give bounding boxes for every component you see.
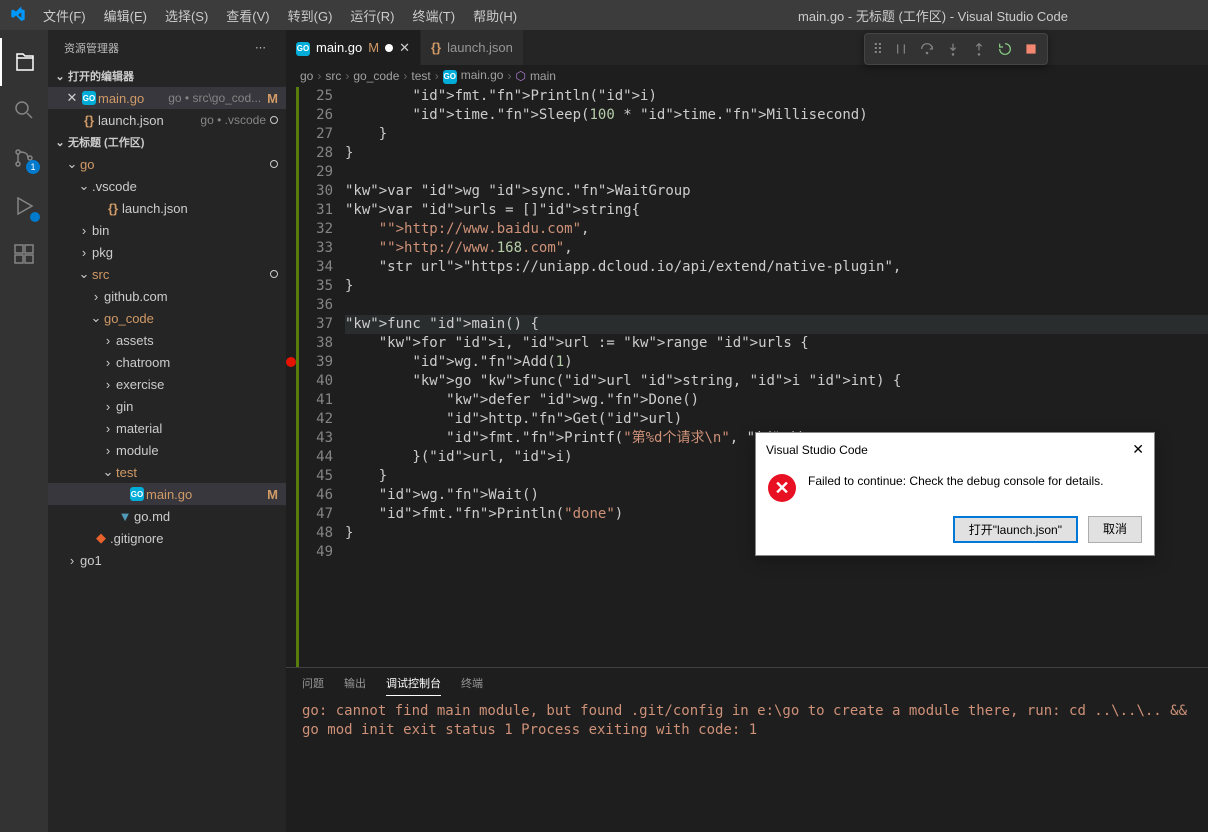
breakpoint-icon[interactable] — [286, 357, 296, 367]
tree-folder-github.com[interactable]: › github.com — [48, 285, 286, 307]
sidebar-more-icon[interactable]: ⋯ — [251, 39, 270, 56]
crumb[interactable]: go_code — [353, 69, 399, 83]
tree-folder-src[interactable]: ⌄ src — [48, 263, 286, 285]
tree-folder-go[interactable]: ⌄ go — [48, 153, 286, 175]
activity-extensions[interactable] — [0, 230, 48, 278]
tree-file-main.go[interactable]: GO main.go M — [48, 483, 286, 505]
menubar: 文件(F) 编辑(E) 选择(S) 查看(V) 转到(G) 运行(R) 终端(T… — [35, 2, 525, 29]
bottom-panel: 问题输出调试控制台终端 go: cannot find main module,… — [286, 667, 1208, 832]
crumb[interactable]: GOmain.go — [443, 68, 504, 84]
editor-tabs: GOmain.go M ✕ {}launch.json — [286, 30, 1208, 65]
menu-run[interactable]: 运行(R) — [342, 2, 402, 29]
menu-select[interactable]: 选择(S) — [157, 2, 216, 29]
tree-folder-test[interactable]: ⌄ test — [48, 461, 286, 483]
error-dialog: Visual Studio Code✕ ✕ Failed to continue… — [755, 432, 1155, 556]
section-open-editors[interactable]: ⌄打开的编辑器 — [48, 65, 286, 87]
error-icon: ✕ — [768, 474, 796, 502]
scm-badge: 1 — [26, 160, 40, 174]
tree-folder-material[interactable]: › material — [48, 417, 286, 439]
activity-bar: 1 — [0, 30, 48, 832]
menu-help[interactable]: 帮助(H) — [465, 2, 525, 29]
tree-folder-chatroom[interactable]: › chatroom — [48, 351, 286, 373]
debug-pause-icon[interactable] — [889, 37, 913, 61]
close-icon[interactable]: ✕ — [399, 40, 410, 56]
menu-file[interactable]: 文件(F) — [35, 2, 94, 29]
vscode-logo — [0, 7, 35, 23]
debug-stop-icon[interactable] — [1019, 37, 1043, 61]
debug-restart-icon[interactable] — [993, 37, 1017, 61]
editor-tab-launch.json[interactable]: {}launch.json — [421, 30, 524, 65]
open-editor-item[interactable]: {} launch.json go • .vscode — [48, 109, 286, 131]
activity-search[interactable] — [0, 86, 48, 134]
debug-console-output[interactable]: go: cannot find main module, but found .… — [286, 698, 1208, 832]
activity-debug[interactable] — [0, 182, 48, 230]
panel-tab-2[interactable]: 调试控制台 — [386, 671, 441, 696]
sidebar-header: 资源管理器 ⋯ — [48, 30, 286, 65]
dialog-close-icon[interactable]: ✕ — [1132, 441, 1144, 458]
editor-area: GOmain.go M ✕ {}launch.json go›src›go_co… — [286, 30, 1208, 832]
titlebar: 文件(F) 编辑(E) 选择(S) 查看(V) 转到(G) 运行(R) 终端(T… — [0, 0, 1208, 30]
panel-tab-3[interactable]: 终端 — [461, 671, 483, 695]
tree-folder-module[interactable]: › module — [48, 439, 286, 461]
tree-folder-go_code[interactable]: ⌄ go_code — [48, 307, 286, 329]
dialog-title: Visual Studio Code — [766, 443, 1132, 457]
tree-folder-gin[interactable]: › gin — [48, 395, 286, 417]
tree-folder-.vscode[interactable]: ⌄ .vscode — [48, 175, 286, 197]
menu-goto[interactable]: 转到(G) — [280, 2, 341, 29]
panel-tab-0[interactable]: 问题 — [302, 671, 324, 695]
drag-handle-icon[interactable]: ⠿ — [869, 41, 887, 58]
open-editor-item[interactable]: ✕ GO main.go go • src\go_cod... M — [48, 87, 286, 109]
section-workspace[interactable]: ⌄无标题 (工作区) — [48, 131, 286, 153]
menu-edit[interactable]: 编辑(E) — [96, 2, 155, 29]
code-editor[interactable]: 2526272829303132333435363738394041424344… — [286, 87, 1208, 667]
tree-file-.gitignore[interactable]: ◆ .gitignore — [48, 527, 286, 549]
tree-folder-assets[interactable]: › assets — [48, 329, 286, 351]
debug-toolbar[interactable]: ⠿ — [864, 33, 1048, 65]
tree-file-go.md[interactable]: ▼ go.md — [48, 505, 286, 527]
editor-tab-main.go[interactable]: GOmain.go M ✕ — [286, 30, 421, 65]
sidebar: 资源管理器 ⋯ ⌄打开的编辑器 ✕ GO main.go go • src\go… — [48, 30, 286, 832]
crumb[interactable]: src — [325, 69, 341, 83]
crumb[interactable]: test — [411, 69, 430, 83]
activity-explorer[interactable] — [0, 38, 48, 86]
dialog-cancel-button[interactable]: 取消 — [1088, 516, 1142, 543]
menu-terminal[interactable]: 终端(T) — [404, 2, 463, 29]
panel-tab-1[interactable]: 输出 — [344, 671, 366, 695]
breadcrumbs[interactable]: go›src›go_code›test›GOmain.go›⬡main — [286, 65, 1208, 87]
tree-folder-exercise[interactable]: › exercise — [48, 373, 286, 395]
window-title: main.go - 无标题 (工作区) - Visual Studio Code — [798, 6, 1068, 25]
tree-file-launch.json[interactable]: {} launch.json — [48, 197, 286, 219]
menu-view[interactable]: 查看(V) — [218, 2, 277, 29]
tree-folder-go1[interactable]: › go1 — [48, 549, 286, 571]
debug-badge — [30, 212, 40, 222]
crumb[interactable]: ⬡main — [515, 69, 556, 83]
dialog-open-launch-button[interactable]: 打开"launch.json" — [953, 516, 1078, 543]
activity-scm[interactable]: 1 — [0, 134, 48, 182]
debug-step-out-icon[interactable] — [967, 37, 991, 61]
crumb[interactable]: go — [300, 69, 313, 83]
debug-step-over-icon[interactable] — [915, 37, 939, 61]
close-icon[interactable]: ✕ — [64, 90, 80, 106]
debug-step-into-icon[interactable] — [941, 37, 965, 61]
tree-folder-bin[interactable]: › bin — [48, 219, 286, 241]
dialog-message: Failed to continue: Check the debug cons… — [808, 474, 1142, 488]
tree-folder-pkg[interactable]: › pkg — [48, 241, 286, 263]
